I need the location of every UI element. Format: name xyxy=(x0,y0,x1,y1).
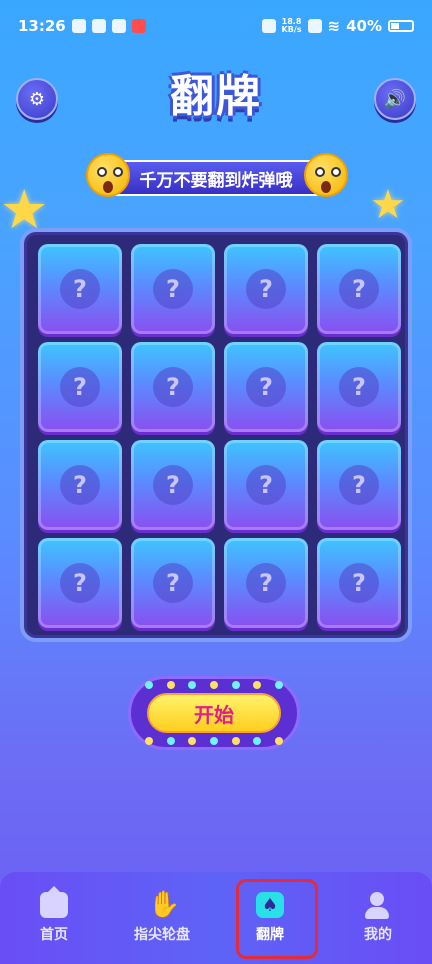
notification-icon xyxy=(71,19,86,33)
flip-card[interactable]: ? xyxy=(131,440,215,530)
flip-card[interactable]: ? xyxy=(38,440,122,530)
app-icon xyxy=(111,19,126,33)
question-mark-icon: ? xyxy=(153,367,193,407)
marquee-lights-top xyxy=(145,681,283,689)
question-mark-icon: ? xyxy=(60,465,100,505)
card-grid: ???????????????? xyxy=(38,244,402,634)
flip-card[interactable]: ? xyxy=(317,342,401,432)
flip-card[interactable]: ? xyxy=(317,440,401,530)
question-mark-icon: ? xyxy=(246,269,286,309)
flip-card[interactable]: ? xyxy=(131,244,215,334)
start-button-label: 开始 xyxy=(194,702,234,727)
active-tab-highlight xyxy=(236,879,318,959)
sim-icon xyxy=(307,19,322,33)
flip-card[interactable]: ? xyxy=(224,244,308,334)
crown-icon xyxy=(91,19,106,33)
tab-fingertip-wheel-label: 指尖轮盘 xyxy=(134,927,190,943)
tab-home[interactable]: 首页 xyxy=(0,872,108,964)
status-time: 13:26 xyxy=(18,17,66,35)
hint-text: 千万不要翻到炸弹哦 xyxy=(139,170,293,191)
tab-home-label: 首页 xyxy=(40,927,68,943)
flip-card[interactable]: ? xyxy=(38,342,122,432)
wifi-icon: ≋ xyxy=(327,17,341,35)
battery-icon xyxy=(388,20,414,32)
status-left: 13:26 xyxy=(18,17,146,35)
flip-card[interactable]: ? xyxy=(131,538,215,628)
star-icon: ★ xyxy=(370,182,406,228)
question-mark-icon: ? xyxy=(153,465,193,505)
shocked-face-icon xyxy=(86,153,130,197)
home-icon xyxy=(40,886,68,918)
question-mark-icon: ? xyxy=(339,465,379,505)
net-speed-unit: KB/s xyxy=(281,25,302,34)
flip-card[interactable]: ? xyxy=(317,244,401,334)
shocked-face-icon xyxy=(304,153,348,197)
question-mark-icon: ? xyxy=(339,367,379,407)
vibrate-icon xyxy=(261,19,276,33)
tab-me-label: 我的 xyxy=(364,927,392,943)
flip-card[interactable]: ? xyxy=(131,342,215,432)
question-mark-icon: ? xyxy=(60,563,100,603)
flip-card[interactable]: ? xyxy=(38,538,122,628)
flip-card[interactable]: ? xyxy=(224,538,308,628)
page-title: 翻牌 xyxy=(170,71,262,122)
marquee-lights-bottom xyxy=(145,737,283,745)
net-speed: 18.8 KB/s xyxy=(282,18,302,34)
status-bar: 13:26 18.8 KB/s ≋ 40% xyxy=(0,0,432,52)
card-board: ???????????????? xyxy=(20,228,412,642)
start-button[interactable]: 开始 xyxy=(147,693,281,733)
flip-card[interactable]: ? xyxy=(317,538,401,628)
flip-card[interactable]: ? xyxy=(224,440,308,530)
tab-fingertip-wheel[interactable]: ✋ 指尖轮盘 xyxy=(108,872,216,964)
flip-card[interactable]: ? xyxy=(38,244,122,334)
question-mark-icon: ? xyxy=(246,563,286,603)
hint-banner: 千万不要翻到炸弹哦 xyxy=(100,160,332,196)
user-icon xyxy=(364,892,392,919)
question-mark-icon: ? xyxy=(246,465,286,505)
speaker-icon: 🔊 xyxy=(383,88,407,110)
flip-card[interactable]: ? xyxy=(224,342,308,432)
hand-icon: ✋ xyxy=(148,890,181,920)
bottom-tab-bar: 首页 ✋ 指尖轮盘 ♠ 翻牌 我的 xyxy=(0,872,432,964)
question-mark-icon: ? xyxy=(60,367,100,407)
status-right: 18.8 KB/s ≋ 40% xyxy=(261,17,414,35)
sound-button[interactable]: 🔊 xyxy=(374,78,416,120)
start-button-frame: 开始 xyxy=(128,676,300,750)
question-mark-icon: ? xyxy=(153,269,193,309)
tab-me[interactable]: 我的 xyxy=(324,872,432,964)
question-mark-icon: ? xyxy=(60,269,100,309)
app-badge-icon xyxy=(131,19,146,33)
battery-percent: 40% xyxy=(346,17,382,35)
question-mark-icon: ? xyxy=(339,269,379,309)
question-mark-icon: ? xyxy=(153,563,193,603)
question-mark-icon: ? xyxy=(246,367,286,407)
question-mark-icon: ? xyxy=(339,563,379,603)
